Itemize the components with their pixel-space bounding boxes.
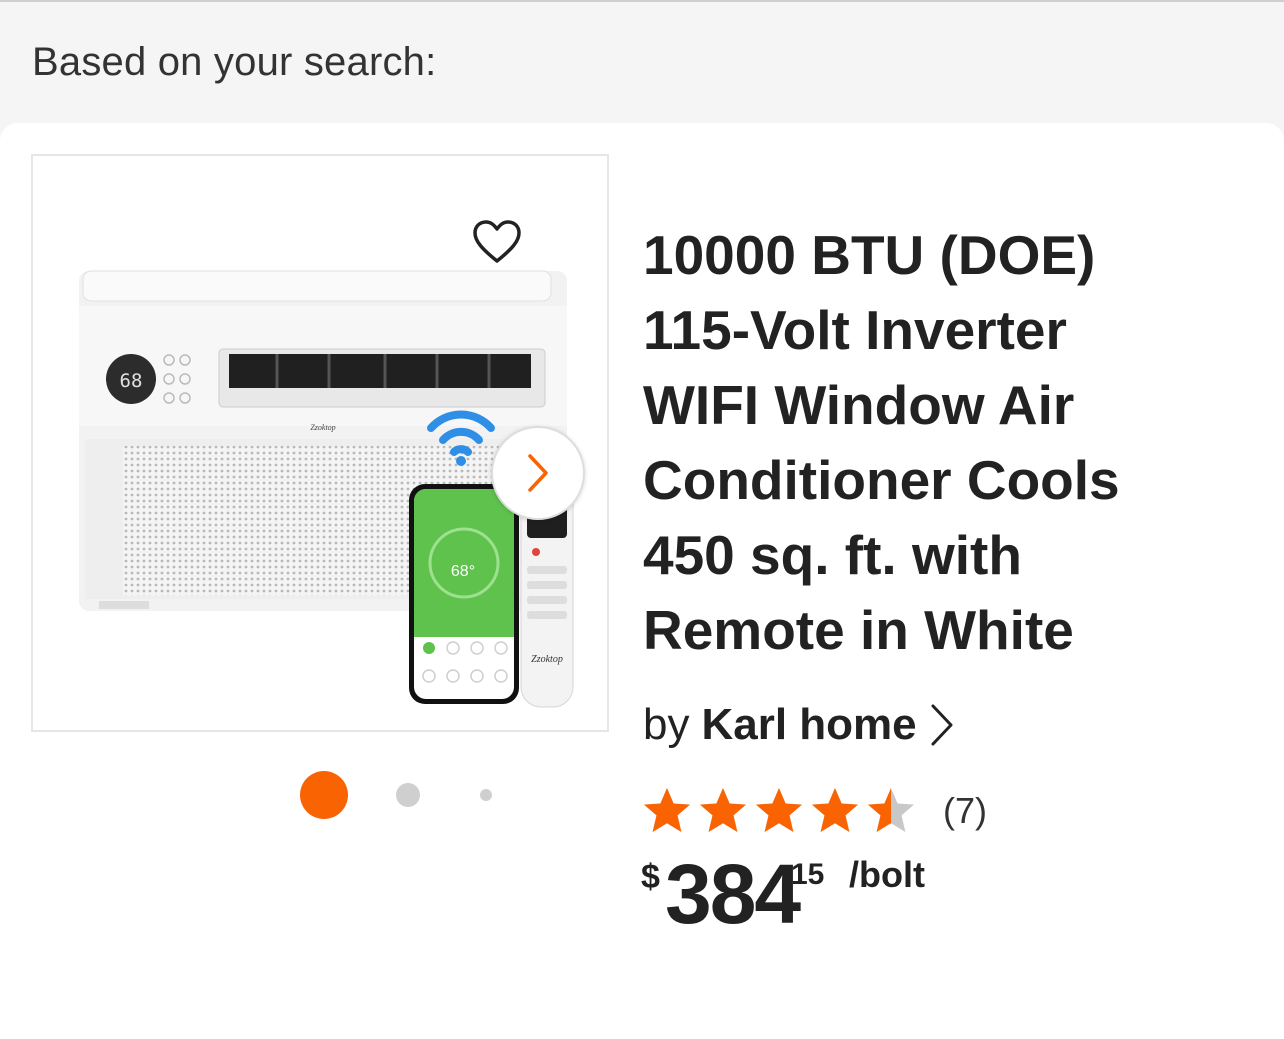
star-icon [868, 788, 914, 832]
price-currency: $ [641, 858, 660, 896]
star-icon [700, 788, 746, 832]
product-title-line: Conditioner Cools [643, 449, 1120, 511]
carousel-next-button[interactable] [491, 426, 585, 520]
favorite-button[interactable] [469, 214, 525, 270]
product-title-line: 450 sq. ft. with [643, 524, 1022, 586]
product-title[interactable]: 10000 BTU (DOE) 115-Volt Inverter WIFI W… [643, 218, 1243, 668]
product-title-line: 10000 BTU (DOE) [643, 224, 1096, 286]
remote-brand-label: Zzoktop [531, 654, 563, 665]
search-heading: Based on your search: [32, 40, 437, 84]
product-image-carousel[interactable]: 68 Zzoktop Zzoktop 68° [31, 154, 609, 732]
unit-display-temp: 68 [120, 370, 143, 392]
price-dollars: 384 [665, 847, 801, 941]
review-count: (7) [943, 790, 987, 831]
product-card[interactable]: 68 Zzoktop Zzoktop 68° 10000 BTU (DOE) 1… [0, 123, 1284, 1039]
carousel-dot[interactable] [396, 783, 420, 807]
carousel-dot-active[interactable] [300, 771, 348, 819]
product-title-line: 115-Volt Inverter [643, 299, 1067, 361]
star-icon [812, 788, 858, 832]
unit-brand-label: Zzoktop [310, 423, 335, 432]
star-rating [641, 785, 917, 837]
brand-name: Karl home [701, 700, 917, 749]
phone-temp: 68° [451, 563, 475, 580]
chevron-right-icon [929, 702, 955, 748]
carousel-indicator [0, 770, 640, 820]
brand-prefix: by [643, 700, 690, 749]
top-divider [0, 0, 1284, 2]
price-unit: /bolt [849, 854, 925, 895]
price-cents: 15 [791, 858, 825, 891]
rating-row[interactable]: (7) [641, 783, 987, 839]
heart-outline-icon [473, 220, 521, 263]
product-title-line: WIFI Window Air [643, 374, 1075, 436]
chevron-right-icon [528, 454, 548, 492]
brand-link[interactable]: by Karl home [643, 695, 955, 755]
star-icon [644, 788, 690, 832]
product-title-line: Remote in White [643, 599, 1074, 661]
carousel-dot[interactable] [480, 789, 492, 801]
star-icon [756, 788, 802, 832]
